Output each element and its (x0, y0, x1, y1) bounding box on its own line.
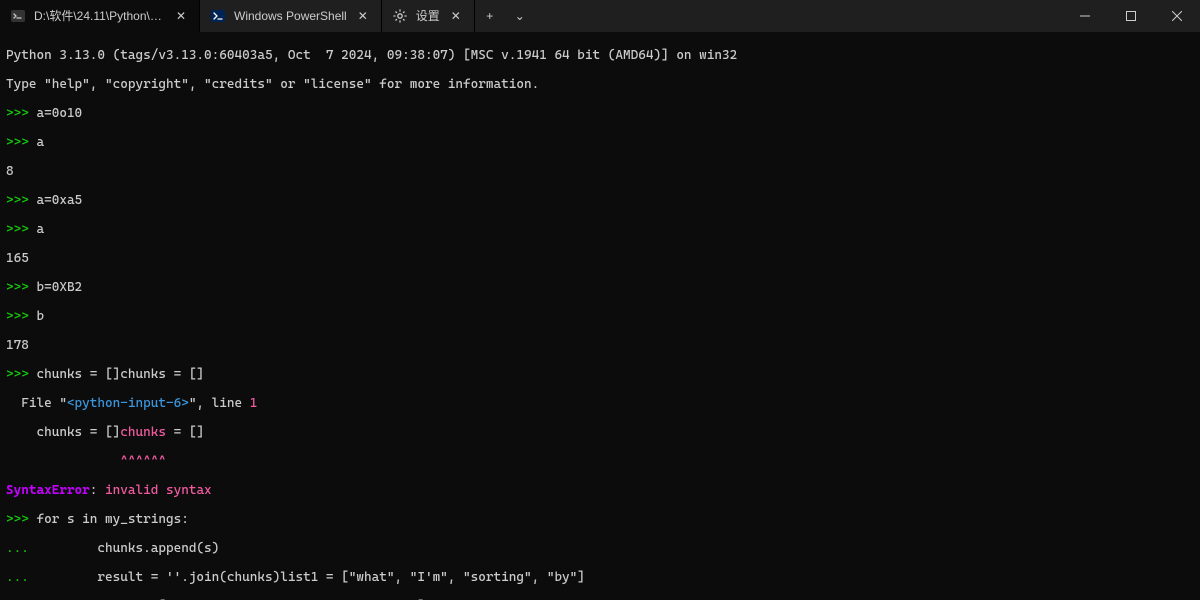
tab-close-button[interactable]: ✕ (448, 8, 464, 24)
window-close-button[interactable] (1154, 0, 1200, 32)
repl-line: >>> a=0xa5 (6, 194, 1194, 209)
repl-output: 178 (6, 339, 1194, 354)
tab-python[interactable]: D:\软件\24.11\Python\python. ✕ (0, 0, 200, 32)
repl-line: >>> b=0XB2 (6, 281, 1194, 296)
repl-continuation: ... result = ''.join(chunks)list1 = ["wh… (6, 571, 1194, 586)
terminal-icon (10, 8, 26, 24)
repl-prompt: >>> (6, 222, 36, 237)
tab-dropdown-button[interactable]: ⌄ (505, 0, 535, 32)
minimize-button[interactable] (1062, 0, 1108, 32)
settings-icon (392, 8, 408, 24)
repl-continuation-prompt: ... (6, 541, 36, 556)
powershell-icon (210, 8, 226, 24)
tab-label: Windows PowerShell (234, 9, 347, 24)
maximize-button[interactable] (1108, 0, 1154, 32)
titlebar-drag-region[interactable] (535, 0, 1062, 32)
repl-line: >>> for s in my_strings: (6, 513, 1194, 528)
title-bar: D:\软件\24.11\Python\python. ✕ Windows Pow… (0, 0, 1200, 32)
repl-continuation-prompt: ... (6, 570, 36, 585)
repl-output: 165 (6, 252, 1194, 267)
python-banner: Python 3.13.0 (tags/v3.13.0:60403a5, Oct… (6, 49, 1194, 64)
tab-close-button[interactable]: ✕ (173, 8, 189, 24)
repl-line: >>> a=0o10 (6, 107, 1194, 122)
repl-prompt: >>> (6, 367, 36, 382)
python-banner: Type "help", "copyright", "credits" or "… (6, 78, 1194, 93)
tab-label: D:\软件\24.11\Python\python. (34, 9, 165, 24)
traceback-carets: ^^^^^^ (6, 455, 1194, 470)
repl-line: >>> chunks = []chunks = [] (6, 368, 1194, 383)
tab-label: 设置 (416, 9, 440, 24)
new-tab-button[interactable]: + (475, 0, 505, 32)
repl-prompt: >>> (6, 193, 36, 208)
tab-settings[interactable]: 设置 ✕ (382, 0, 475, 32)
repl-prompt: >>> (6, 280, 36, 295)
repl-continuation: ... chunks.append(s) (6, 542, 1194, 557)
tab-powershell[interactable]: Windows PowerShell ✕ (200, 0, 382, 32)
repl-output: 8 (6, 165, 1194, 180)
repl-prompt: >>> (6, 512, 36, 527)
traceback-file: File "<python-input-6>", line 1 (6, 397, 1194, 412)
repl-line: >>> a (6, 223, 1194, 238)
error-line: SyntaxError: invalid syntax (6, 484, 1194, 499)
tab-close-button[interactable]: ✕ (355, 8, 371, 24)
terminal-output[interactable]: Python 3.13.0 (tags/v3.13.0:60403a5, Oct… (0, 32, 1200, 600)
repl-prompt: >>> (6, 135, 36, 150)
repl-prompt: >>> (6, 309, 36, 324)
repl-line: >>> a (6, 136, 1194, 151)
repl-line: >>> b (6, 310, 1194, 325)
traceback-source: chunks = []chunks = [] (6, 426, 1194, 441)
repl-prompt: >>> (6, 106, 36, 121)
